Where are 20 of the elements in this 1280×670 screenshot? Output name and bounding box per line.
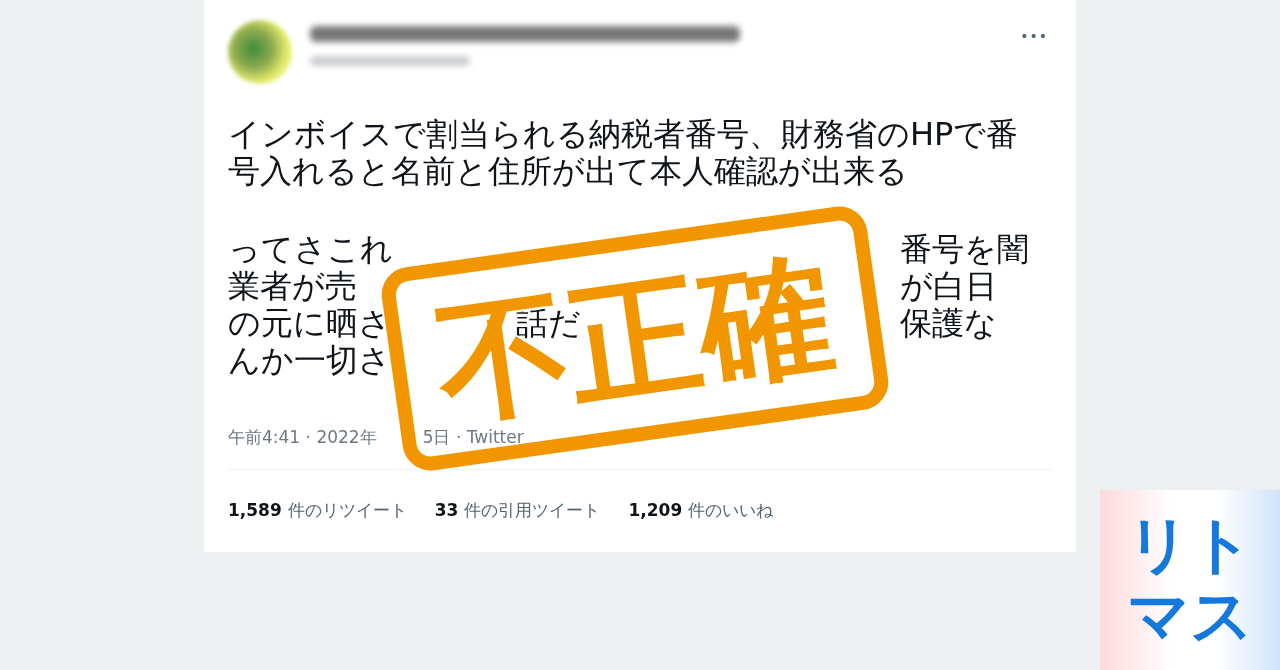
stat-label: 件の引用ツイート (464, 499, 601, 520)
more-icon[interactable]: ••• (1020, 28, 1048, 44)
tweet-text: んか一切さ (228, 342, 391, 379)
tweet-timestamp: 5日 · Twitter (422, 425, 524, 449)
tweet-text: が白日 (900, 268, 997, 305)
brand-logo: リトマス (1126, 508, 1254, 652)
avatar[interactable] (228, 20, 292, 84)
stat-count: 1,589 (228, 499, 282, 520)
tweet-text: ってさこれ (228, 231, 393, 268)
stat-count: 33 (434, 499, 459, 520)
stat-count: 1,209 (628, 499, 683, 520)
tweet-text: 号入れると名前と住所が出て本人確認が出来る (228, 153, 908, 190)
tweet-text: 保護な (900, 305, 997, 342)
tweet-text: 業者が売 (228, 268, 357, 305)
stat-label: 件のいいね (688, 499, 774, 520)
tweet-timestamp: 午前4:41 · 2022年 (228, 425, 377, 449)
stat-label: 件のリツイート (287, 499, 407, 520)
tweet-text: インボイスで割当られる納税者番号、財務省のHPで番 (228, 116, 1019, 153)
tweet-text: 番号を闇 (900, 231, 1029, 268)
tweet-text: の元に晒さ (228, 305, 391, 342)
